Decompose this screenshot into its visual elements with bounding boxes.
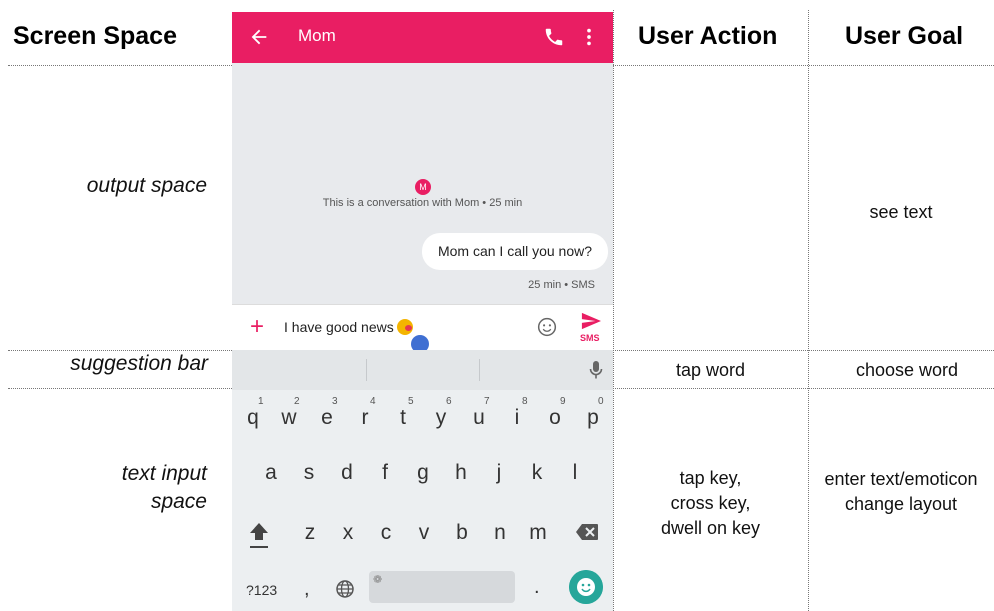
key-u[interactable]: u7 — [464, 397, 494, 430]
header-screen-space: Screen Space — [13, 22, 177, 50]
key-t[interactable]: t5 — [388, 397, 418, 430]
emoji-key-icon[interactable] — [569, 570, 603, 604]
attach-plus-icon[interactable]: + — [250, 315, 264, 339]
key-label: o — [549, 406, 561, 429]
contact-avatar: M — [415, 179, 431, 195]
microphone-icon[interactable] — [589, 360, 603, 380]
key-label: y — [435, 406, 447, 429]
key-label: q — [247, 406, 259, 429]
key-number-hint: 0 — [598, 396, 604, 407]
back-arrow-icon[interactable] — [248, 26, 270, 48]
send-label: SMS — [580, 333, 600, 343]
key-number-hint: 6 — [446, 396, 452, 407]
key-period[interactable]: . — [534, 576, 540, 599]
key-d[interactable]: d — [332, 461, 362, 485]
key-l[interactable]: l — [560, 461, 590, 485]
suggestion-strip — [232, 350, 613, 390]
key-number-hint: 3 — [332, 396, 338, 407]
globe-icon[interactable] — [335, 579, 355, 599]
shift-icon[interactable] — [248, 520, 270, 550]
key-a[interactable]: a — [256, 461, 286, 485]
action-text-input-line3: dwell on key — [660, 518, 761, 538]
key-r[interactable]: r4 — [350, 397, 380, 430]
key-f[interactable]: f — [370, 461, 400, 485]
paw-print-icon: ❁ — [373, 574, 383, 586]
key-number-hint: 1 — [258, 396, 264, 407]
row-label-text-input-line1: text input — [121, 462, 207, 485]
backspace-icon[interactable] — [575, 523, 599, 541]
row-label-output-space: output space — [86, 174, 207, 197]
key-j[interactable]: j — [484, 461, 514, 485]
key-label: e — [321, 406, 333, 429]
action-suggestion-bar: tap word — [675, 360, 746, 380]
conversation-area: M This is a conversation with Mom • 25 m… — [232, 63, 613, 304]
row-label-suggestion-bar: suggestion bar — [70, 352, 208, 375]
key-number-hint: 4 — [370, 396, 376, 407]
key-g[interactable]: g — [408, 461, 438, 485]
space-bar[interactable]: ❁ — [369, 571, 515, 603]
key-label: r — [361, 406, 369, 429]
compose-input[interactable]: I have good news — [284, 319, 413, 335]
key-e[interactable]: e3 — [312, 397, 342, 430]
key-label: p — [587, 406, 599, 429]
send-icon[interactable] — [580, 311, 602, 331]
header-user-goal: User Goal — [845, 22, 964, 50]
header-user-action: User Action — [638, 22, 778, 50]
keyboard: q1 w2 e3 r4 t5 y6 u7 i8 o9 p0 a s d f g … — [232, 390, 613, 611]
key-b[interactable]: b — [447, 521, 477, 545]
compose-bar: + I have good news SMS — [232, 304, 613, 357]
divider-column-goal — [808, 10, 809, 611]
message-meta: 25 min • SMS — [528, 279, 595, 291]
action-text-input-line1: tap key, — [679, 468, 742, 488]
key-o[interactable]: o9 — [540, 397, 570, 430]
more-vert-icon[interactable] — [585, 26, 593, 48]
compose-text: I have good news — [284, 319, 394, 335]
key-number-hint: 7 — [484, 396, 490, 407]
key-y[interactable]: y6 — [426, 397, 456, 430]
key-c[interactable]: c — [371, 521, 401, 545]
key-label: u — [473, 406, 485, 429]
suggestion-divider — [366, 359, 367, 381]
divider-column-action — [613, 10, 614, 611]
key-number-hint: 8 — [522, 396, 528, 407]
key-v[interactable]: v — [409, 521, 439, 545]
kiss-emoji-icon — [396, 319, 413, 335]
key-q[interactable]: q1 — [238, 397, 268, 430]
key-z[interactable]: z — [295, 521, 325, 545]
app-bar: Mom — [232, 12, 613, 63]
key-label: t — [400, 406, 406, 429]
key-number-hint: 2 — [294, 396, 300, 407]
conversation-title: Mom — [298, 26, 336, 45]
phone-screen: Mom M This is a conversation with Mom • … — [232, 12, 613, 611]
goal-text-input-line2: change layout — [844, 494, 958, 514]
suggestion-divider — [479, 359, 480, 381]
key-m[interactable]: m — [523, 521, 553, 545]
action-text-input-line2: cross key, — [670, 493, 751, 513]
key-symbols[interactable]: ?123 — [246, 582, 277, 598]
phone-icon[interactable] — [543, 26, 565, 48]
key-s[interactable]: s — [294, 461, 324, 485]
key-comma[interactable]: , — [304, 578, 310, 601]
key-k[interactable]: k — [522, 461, 552, 485]
key-x[interactable]: x — [333, 521, 363, 545]
emoji-picker-icon[interactable] — [537, 317, 557, 337]
key-number-hint: 9 — [560, 396, 566, 407]
key-number-hint: 5 — [408, 396, 414, 407]
goal-suggestion-bar: choose word — [855, 360, 959, 380]
conversation-info: This is a conversation with Mom • 25 min — [322, 197, 523, 209]
key-h[interactable]: h — [446, 461, 476, 485]
goal-text-input-line1: enter text/emoticon — [824, 469, 978, 489]
key-label: w — [281, 406, 297, 429]
key-i[interactable]: i8 — [502, 397, 532, 430]
row-label-text-input-line2: space — [150, 490, 207, 513]
message-bubble[interactable]: Mom can I call you now? — [422, 233, 608, 270]
key-label: i — [514, 406, 520, 429]
key-p[interactable]: p0 — [578, 397, 608, 430]
key-n[interactable]: n — [485, 521, 515, 545]
goal-output-space: see text — [869, 202, 933, 222]
key-w[interactable]: w2 — [274, 397, 304, 430]
